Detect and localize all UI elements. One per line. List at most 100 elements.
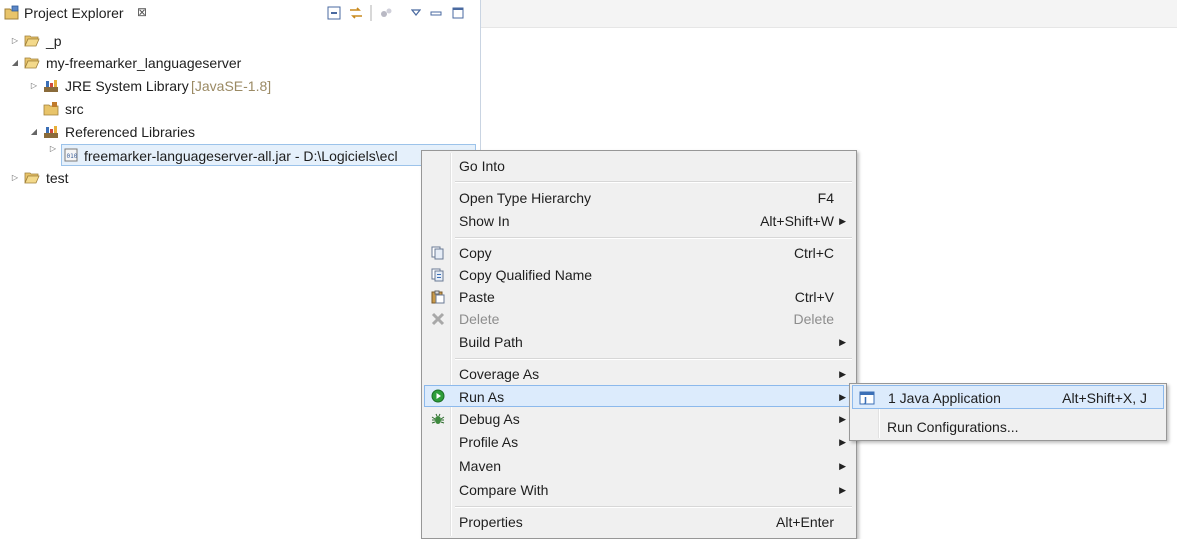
project-explorer-icon xyxy=(4,5,19,20)
menu-separator xyxy=(455,358,852,360)
menu-item-maven[interactable]: Maven ▶ xyxy=(424,455,854,477)
menu-item-accelerator: F4 xyxy=(817,190,834,206)
menu-item-show-in[interactable]: Show In Alt+Shift+W ▶ xyxy=(424,210,854,232)
menu-item-label: Compare With xyxy=(459,482,549,498)
source-folder-icon xyxy=(43,102,59,116)
menu-item-run-configurations[interactable]: Run Configurations... xyxy=(852,415,1164,439)
view-menu-icon[interactable] xyxy=(406,3,426,23)
toolbar-separator xyxy=(370,5,372,21)
copy-icon xyxy=(430,245,446,261)
library-icon xyxy=(44,80,58,92)
tree-item-jre-system-library[interactable]: ▷ JRE System Library [JavaSE-1.8] xyxy=(0,75,320,97)
maximize-icon[interactable] xyxy=(448,3,468,23)
menu-item-label: Maven xyxy=(459,458,502,474)
menu-item-paste[interactable]: Paste Ctrl+V xyxy=(424,286,854,308)
submenu-arrow-icon: ▶ xyxy=(839,485,846,495)
submenu-arrow-icon: ▶ xyxy=(839,337,846,347)
minimize-icon[interactable] xyxy=(426,3,446,23)
java-application-icon: J xyxy=(859,391,875,405)
context-menu: Go Into Open Type Hierarchy F4 Show In A… xyxy=(421,150,857,539)
menu-item-label: Debug As xyxy=(459,411,520,427)
svg-text:010: 010 xyxy=(67,153,78,160)
run-icon xyxy=(430,388,446,404)
submenu-arrow-icon: ▶ xyxy=(839,437,846,447)
project-explorer-view: Project Explorer ⊠ ▷ _p ◢ my-freemarker_… xyxy=(0,0,481,539)
tree-item-src[interactable]: src xyxy=(0,98,200,120)
expand-arrow-icon[interactable]: ▷ xyxy=(29,75,39,97)
tree-item-label: JRE System Library xyxy=(65,78,189,94)
expand-arrow-icon[interactable]: ▷ xyxy=(10,30,20,52)
tree-item-referenced-libraries[interactable]: ◢ Referenced Libraries xyxy=(0,121,300,143)
menu-item-open-type-hierarchy[interactable]: Open Type Hierarchy F4 xyxy=(424,187,854,209)
menu-item-label: Coverage As xyxy=(459,366,540,382)
menu-item-build-path[interactable]: Build Path ▶ xyxy=(424,331,854,353)
view-title: Project Explorer xyxy=(24,5,124,21)
menu-item-label: Paste xyxy=(459,289,495,305)
submenu-arrow-icon: ▶ xyxy=(839,414,846,424)
menu-separator xyxy=(455,181,852,183)
menu-item-accelerator: Alt+Enter xyxy=(776,514,834,530)
open-project-folder-icon xyxy=(24,57,40,69)
close-icon[interactable]: ⊠ xyxy=(137,5,147,19)
jre-version-decoration: [JavaSE-1.8] xyxy=(191,78,272,94)
menu-item-compare-with[interactable]: Compare With ▶ xyxy=(424,479,854,501)
menu-item-label: Open Type Hierarchy xyxy=(459,190,592,206)
editor-tab-strip xyxy=(481,0,1177,28)
menu-separator xyxy=(455,237,852,239)
open-project-folder-icon xyxy=(24,172,40,184)
menu-item-label: Go Into xyxy=(459,158,505,174)
delete-icon xyxy=(430,311,446,327)
menu-item-profile-as[interactable]: Profile As ▶ xyxy=(424,431,854,453)
tree-item-label: freemarker-languageserver-all.jar - D:\L… xyxy=(84,148,398,164)
filters-icon[interactable] xyxy=(376,3,396,23)
menu-item-copy[interactable]: Copy Ctrl+C xyxy=(424,242,854,264)
collapse-all-icon[interactable] xyxy=(324,3,344,23)
menu-item-properties[interactable]: Properties Alt+Enter xyxy=(424,511,854,533)
collapse-arrow-icon[interactable]: ◢ xyxy=(10,52,20,74)
menu-item-accelerator: Alt+Shift+X, J xyxy=(1062,390,1147,406)
menu-item-label: Run Configurations... xyxy=(887,419,1019,435)
menu-item-label: Show In xyxy=(459,213,510,229)
menu-separator xyxy=(455,506,852,508)
submenu-arrow-icon: ▶ xyxy=(839,216,846,226)
tree-item-test[interactable]: ▷ test xyxy=(0,167,200,189)
debug-icon xyxy=(430,411,446,427)
menu-item-label: Copy xyxy=(459,245,492,261)
tree-item-freemarker-jar[interactable]: 010 freemarker-languageserver-all.jar - … xyxy=(61,144,476,166)
menu-item-label: Properties xyxy=(459,514,523,530)
open-project-folder-icon xyxy=(24,35,40,47)
menu-item-java-application[interactable]: J 1 Java Application Alt+Shift+X, J xyxy=(852,385,1164,409)
collapse-arrow-icon[interactable]: ◢ xyxy=(29,121,39,143)
menu-item-delete[interactable]: Delete Delete xyxy=(424,308,854,330)
expand-arrow-icon[interactable]: ▷ xyxy=(48,144,58,166)
menu-item-label: 1 Java Application xyxy=(888,390,1001,406)
menu-item-label: Delete xyxy=(459,311,500,327)
menu-item-go-into[interactable]: Go Into xyxy=(424,155,854,177)
tree-item-label: src xyxy=(65,101,84,117)
menu-item-coverage-as[interactable]: Coverage As ▶ xyxy=(424,363,854,385)
tree-item-label: Referenced Libraries xyxy=(65,124,195,140)
tree-item-label: _p xyxy=(46,33,62,49)
menu-item-label: Copy Qualified Name xyxy=(459,267,593,283)
menu-item-accelerator: Ctrl+C xyxy=(793,245,834,261)
menu-item-run-as[interactable]: Run As ▶ xyxy=(424,385,854,407)
menu-item-label: Profile As xyxy=(459,434,519,450)
link-with-editor-icon[interactable] xyxy=(346,3,366,23)
menu-item-label: Build Path xyxy=(459,334,523,350)
expand-arrow-icon[interactable]: ▷ xyxy=(10,167,20,189)
menu-item-debug-as[interactable]: Debug As ▶ xyxy=(424,408,854,430)
view-toolbar xyxy=(158,0,480,27)
jar-file-icon: 010 xyxy=(64,148,78,162)
tree-item-p[interactable]: ▷ _p xyxy=(0,30,300,52)
tab-project-explorer[interactable]: Project Explorer ⊠ xyxy=(0,0,159,27)
menu-item-accelerator: Alt+Shift+W xyxy=(760,213,834,229)
submenu-arrow-icon: ▶ xyxy=(839,392,846,402)
library-icon xyxy=(44,126,58,138)
menu-item-accelerator: Delete xyxy=(793,311,834,327)
run-as-submenu: J 1 Java Application Alt+Shift+X, J Run … xyxy=(849,383,1167,441)
tree-item-my-freemarker-languageserver[interactable]: ◢ my-freemarker_languageserver xyxy=(0,52,300,74)
tree-item-label: my-freemarker_languageserver xyxy=(46,55,242,71)
copy-qualified-name-icon xyxy=(430,267,446,283)
paste-icon xyxy=(430,289,446,305)
menu-item-copy-qualified-name[interactable]: Copy Qualified Name xyxy=(424,264,854,286)
